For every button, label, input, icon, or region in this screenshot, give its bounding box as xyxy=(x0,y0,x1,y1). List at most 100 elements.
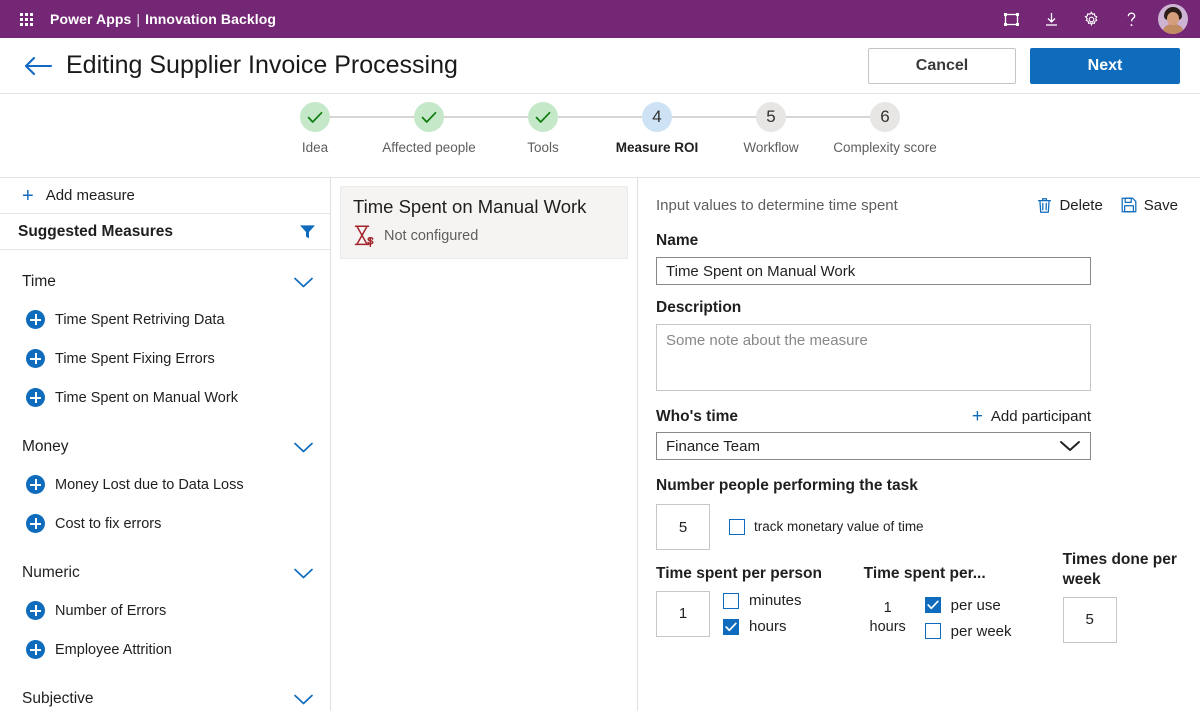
group-header-money[interactable]: Money xyxy=(0,429,330,465)
name-input[interactable]: Time Spent on Manual Work xyxy=(656,257,1091,285)
back-arrow-icon[interactable] xyxy=(18,46,58,86)
add-circle-icon[interactable] xyxy=(26,514,45,533)
suggested-measure-item[interactable]: Money Lost due to Data Loss xyxy=(0,465,330,504)
group-label: Time xyxy=(22,273,56,291)
description-label: Description xyxy=(656,299,1178,317)
add-measure-button[interactable]: + Add measure xyxy=(0,178,330,214)
next-button[interactable]: Next xyxy=(1030,48,1180,84)
add-circle-icon[interactable] xyxy=(26,349,45,368)
command-bar: Editing Supplier Invoice Processing Canc… xyxy=(0,38,1200,94)
environment-label[interactable]: Innovation Backlog xyxy=(145,11,276,27)
step-bubble-done xyxy=(528,102,558,132)
suggested-measure-item[interactable]: Cost to fix errors xyxy=(0,504,330,543)
detail-panel-actions: Delete Save xyxy=(1037,197,1178,214)
time-per-person-block: Time spent per person 1 minutes xyxy=(656,564,864,643)
measure-label: Time Spent on Manual Work xyxy=(55,390,238,406)
time-unit-options: minutes hours xyxy=(723,592,802,635)
per-use-checkbox[interactable] xyxy=(925,597,941,613)
frequency-options: per use per week xyxy=(925,597,1012,640)
step-tools[interactable]: Tools xyxy=(486,102,600,157)
main-content: + Add measure Suggested Measures Time xyxy=(0,178,1200,711)
measure-card-status-label: Not configured xyxy=(384,228,478,244)
time-per-person-label: Time spent per person xyxy=(656,564,864,584)
group-header-subjective[interactable]: Subjective xyxy=(0,681,330,711)
suggested-measure-item[interactable]: Employee Attrition xyxy=(0,630,330,669)
track-monetary-checkbox[interactable] xyxy=(729,519,745,535)
frame-icon[interactable] xyxy=(992,0,1030,38)
wizard-stepper: Idea Affected people Tools 4 Measure R xyxy=(0,94,1200,178)
trash-icon xyxy=(1037,197,1052,214)
download-icon[interactable] xyxy=(1032,0,1070,38)
chevron-down-icon xyxy=(293,276,314,289)
track-monetary-label: track monetary value of time xyxy=(754,519,924,536)
times-done-input[interactable]: 5 xyxy=(1063,597,1117,643)
add-participant-button[interactable]: + Add participant xyxy=(972,407,1091,426)
per-week-option[interactable]: per week xyxy=(925,623,1012,640)
command-bar-actions: Cancel Next xyxy=(868,48,1180,84)
cancel-button[interactable]: Cancel xyxy=(868,48,1016,84)
per-week-checkbox[interactable] xyxy=(925,623,941,639)
unit-hours-label: hours xyxy=(749,618,787,635)
number-people-block: Number people performing the task 5 trac… xyxy=(656,476,1178,550)
unit-hours-checkbox[interactable] xyxy=(723,619,739,635)
unit-minutes-checkbox[interactable] xyxy=(723,593,739,609)
group-header-time[interactable]: Time xyxy=(0,264,330,300)
help-icon[interactable] xyxy=(1112,0,1150,38)
whose-time-label: Who's time xyxy=(656,408,738,426)
add-circle-icon[interactable] xyxy=(26,310,45,329)
step-label: Idea xyxy=(302,139,328,157)
step-affected-people[interactable]: Affected people xyxy=(372,102,486,157)
group-label: Numeric xyxy=(22,564,80,582)
step-bubble-done xyxy=(414,102,444,132)
step-complexity-score[interactable]: 6 Complexity score xyxy=(828,102,942,157)
step-connector xyxy=(543,116,657,118)
chevron-down-icon xyxy=(293,441,314,454)
step-bubble-done xyxy=(300,102,330,132)
participant-select[interactable]: Finance Team xyxy=(656,432,1091,460)
suggested-measure-item[interactable]: Time Spent Retriving Data xyxy=(0,300,330,339)
add-circle-icon[interactable] xyxy=(26,475,45,494)
step-connector xyxy=(657,116,771,118)
measure-groups: Time Time Spent Retriving Data Time Spen… xyxy=(0,250,330,711)
number-people-row: 5 track monetary value of time xyxy=(656,504,1178,550)
chevron-down-icon xyxy=(1059,439,1081,453)
time-per-person-body: 1 minutes hours xyxy=(656,591,864,637)
per-use-label: per use xyxy=(951,597,1001,614)
add-circle-icon[interactable] xyxy=(26,601,45,620)
brand-label[interactable]: Power Apps xyxy=(50,11,131,27)
group-header-numeric[interactable]: Numeric xyxy=(0,555,330,591)
group-label: Money xyxy=(22,438,69,456)
add-circle-icon[interactable] xyxy=(26,640,45,659)
app-launcher-icon[interactable] xyxy=(12,5,40,33)
time-spent-per-label: Time spent per... xyxy=(864,564,1063,584)
delete-button[interactable]: Delete xyxy=(1037,197,1102,214)
user-avatar[interactable] xyxy=(1158,4,1188,34)
unit-hours-option[interactable]: hours xyxy=(723,618,802,635)
gear-icon[interactable] xyxy=(1072,0,1110,38)
measure-card-status: Not configured xyxy=(353,224,615,248)
time-spent-per-block: Time spent per... 1 hours per use xyxy=(864,564,1063,643)
suggested-measure-item[interactable]: Time Spent on Manual Work xyxy=(0,378,330,417)
suggested-measure-item[interactable]: Time Spent Fixing Errors xyxy=(0,339,330,378)
per-use-option[interactable]: per use xyxy=(925,597,1012,614)
time-inputs-row: Time spent per person 1 minutes xyxy=(656,564,1178,643)
measure-card[interactable]: Time Spent on Manual Work Not configured xyxy=(340,186,628,259)
group-label: Subjective xyxy=(22,690,94,708)
measure-detail-panel: Input values to determine time spent Del… xyxy=(638,178,1200,711)
number-people-input[interactable]: 5 xyxy=(656,504,710,550)
unit-minutes-option[interactable]: minutes xyxy=(723,592,802,609)
step-measure-roi[interactable]: 4 Measure ROI xyxy=(600,102,714,157)
measure-card-title: Time Spent on Manual Work xyxy=(353,195,615,218)
name-label: Name xyxy=(656,232,1178,250)
save-button[interactable]: Save xyxy=(1121,197,1178,214)
filter-icon[interactable] xyxy=(299,224,316,240)
suite-bar-actions xyxy=(992,0,1192,38)
suggested-measure-item[interactable]: Number of Errors xyxy=(0,591,330,630)
description-textarea[interactable]: Some note about the measure xyxy=(656,324,1091,391)
step-workflow[interactable]: 5 Workflow xyxy=(714,102,828,157)
power-apps-window: Power Apps|Innovation Backlog xyxy=(0,0,1200,711)
time-per-person-input[interactable]: 1 xyxy=(656,591,710,637)
step-idea[interactable]: Idea xyxy=(258,102,372,157)
step-connector xyxy=(429,116,543,118)
add-circle-icon[interactable] xyxy=(26,388,45,407)
